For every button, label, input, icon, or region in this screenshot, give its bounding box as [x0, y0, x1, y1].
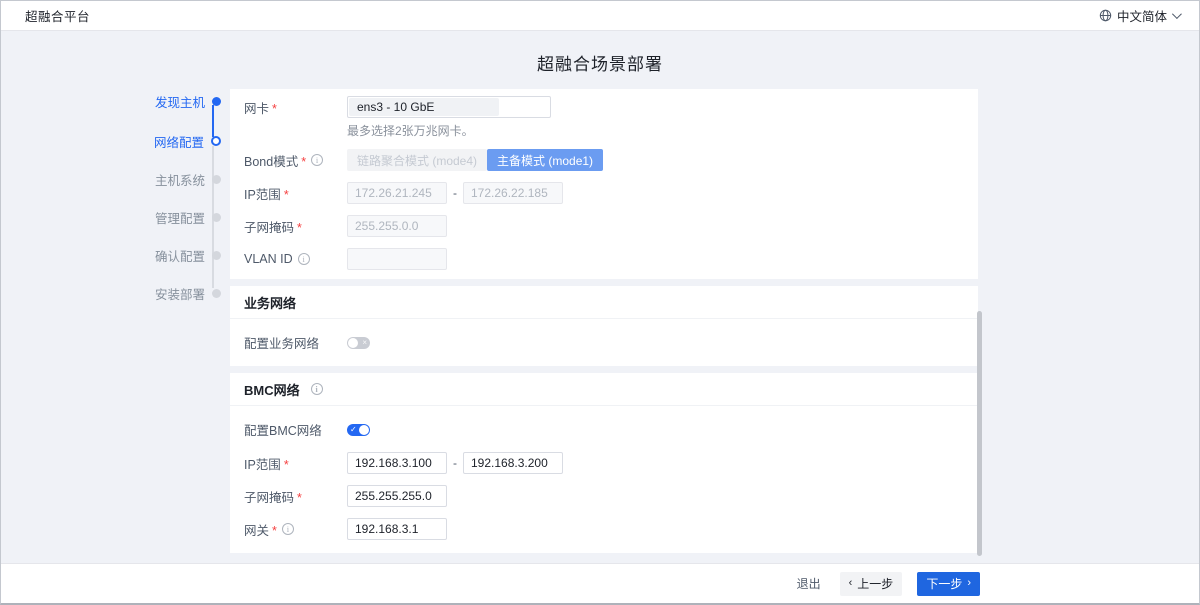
toggle-on-check-icon: ✓	[350, 424, 357, 436]
chevron-down-icon	[1172, 9, 1182, 19]
info-icon[interactable]	[311, 383, 323, 395]
bmc-subnet-mask-label: 子网掩码	[244, 487, 302, 506]
language-label: 中文简体	[1117, 6, 1167, 25]
info-icon[interactable]	[282, 523, 294, 535]
toggle-knob	[348, 338, 358, 348]
info-icon[interactable]	[298, 253, 310, 265]
ip-range-end-input[interactable]	[463, 182, 563, 204]
bond-mode4-button[interactable]: 链路聚合模式 (mode4)	[347, 149, 487, 171]
toggle-off-x-icon: ×	[362, 337, 367, 349]
ip-range-label: IP范围	[244, 184, 289, 203]
next-step-button[interactable]: 下一步 ›	[917, 572, 980, 596]
bmc-gateway-label: 网关	[244, 520, 277, 539]
previous-step-label: 上一步	[857, 575, 893, 592]
step-dot-icon	[212, 213, 221, 222]
info-icon[interactable]	[311, 154, 323, 166]
bond-mode1-button[interactable]: 主备模式 (mode1)	[487, 149, 603, 171]
bmc-gateway-input[interactable]	[347, 518, 447, 540]
chevron-right-icon: ›	[967, 578, 971, 589]
step-dot-done-icon	[212, 97, 221, 106]
vlan-id-label: VLAN ID	[244, 252, 293, 266]
exit-button[interactable]: 退出	[793, 572, 825, 596]
business-network-toggle[interactable]: ×	[347, 337, 370, 349]
step-dot-icon	[212, 289, 221, 298]
business-network-panel: 业务网络 配置业务网络 ×	[230, 286, 978, 366]
brand-logo: 超融合平台	[25, 6, 90, 25]
vertical-scrollbar[interactable]	[977, 311, 982, 556]
stepper-item-management-config[interactable]: 管理配置	[129, 207, 221, 227]
previous-step-button[interactable]: ‹ 上一步	[840, 572, 903, 596]
stepper-item-network-config[interactable]: 网络配置	[129, 131, 221, 151]
subnet-mask-input[interactable]	[347, 215, 447, 237]
step-label: 确认配置	[129, 246, 205, 265]
step-label: 主机系统	[129, 170, 205, 189]
bmc-subnet-mask-input[interactable]	[347, 485, 447, 507]
globe-icon	[1099, 9, 1112, 22]
subnet-mask-label: 子网掩码	[244, 217, 302, 236]
bond-mode-label: Bond模式	[244, 151, 306, 170]
step-label: 发现主机	[129, 92, 205, 111]
topbar: 超融合平台 中文简体	[1, 1, 1199, 31]
app-window: 超融合平台 中文简体 超融合场景部署 发现主机 网络配置 主机系统 管理配置 确…	[0, 0, 1200, 605]
bmc-ip-range-start-input[interactable]	[347, 452, 447, 474]
step-dot-current-icon	[211, 136, 221, 146]
stepper-item-host-system[interactable]: 主机系统	[129, 169, 221, 189]
nic-hint: 最多选择2张万兆网卡。	[347, 122, 978, 139]
step-dot-icon	[212, 175, 221, 184]
step-label: 网络配置	[129, 132, 204, 151]
stepper-item-discover-hosts[interactable]: 发现主机	[129, 91, 221, 111]
toggle-knob	[359, 425, 369, 435]
step-dot-icon	[212, 251, 221, 260]
ip-range-start-input[interactable]	[347, 182, 447, 204]
language-selector[interactable]: 中文简体	[1099, 6, 1179, 25]
nic-select[interactable]: ens3 - 10 GbE	[347, 96, 551, 118]
stepper-item-install-deploy[interactable]: 安装部署	[129, 283, 221, 303]
business-toggle-label: 配置业务网络	[244, 333, 319, 352]
stepper-item-confirm-config[interactable]: 确认配置	[129, 245, 221, 265]
nic-label: 网卡	[244, 98, 277, 117]
business-network-title: 业务网络	[244, 293, 296, 312]
network-config-panel: 网卡 ens3 - 10 GbE 最多选择2张万兆网卡。 Bond模式 链路聚合…	[230, 89, 978, 279]
bond-mode-segmented: 链路聚合模式 (mode4) 主备模式 (mode1)	[347, 149, 603, 171]
bmc-network-title: BMC网络	[244, 380, 300, 399]
page-title: 超融合场景部署	[1, 50, 1199, 75]
bmc-network-toggle[interactable]: ✓	[347, 424, 370, 436]
nic-selected-tag: ens3 - 10 GbE	[349, 98, 499, 116]
range-separator: -	[453, 186, 457, 200]
bmc-network-panel: BMC网络 配置BMC网络 ✓ IP范围 - 子网掩码	[230, 373, 978, 553]
step-label: 安装部署	[129, 284, 205, 303]
next-step-label: 下一步	[926, 575, 962, 592]
range-separator: -	[453, 456, 457, 470]
bmc-toggle-label: 配置BMC网络	[244, 420, 322, 439]
bmc-ip-range-end-input[interactable]	[463, 452, 563, 474]
step-label: 管理配置	[129, 208, 205, 227]
vlan-id-input[interactable]	[347, 248, 447, 270]
footer-bar: 退出 ‹ 上一步 下一步 ›	[1, 563, 1199, 603]
chevron-left-icon: ‹	[849, 578, 853, 589]
bmc-ip-range-label: IP范围	[244, 454, 289, 473]
